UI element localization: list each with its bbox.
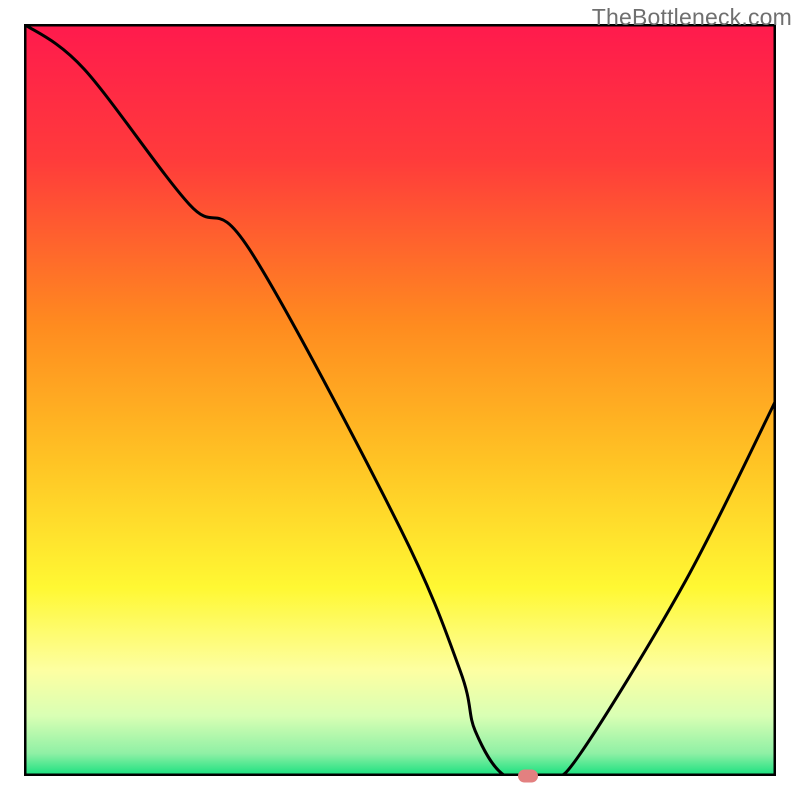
optimum-marker: [518, 770, 538, 783]
watermark-label: TheBottleneck.com: [592, 4, 792, 31]
axes-frame: [24, 24, 776, 776]
bottleneck-chart: TheBottleneck.com: [0, 0, 800, 800]
plot-area: [24, 24, 776, 776]
